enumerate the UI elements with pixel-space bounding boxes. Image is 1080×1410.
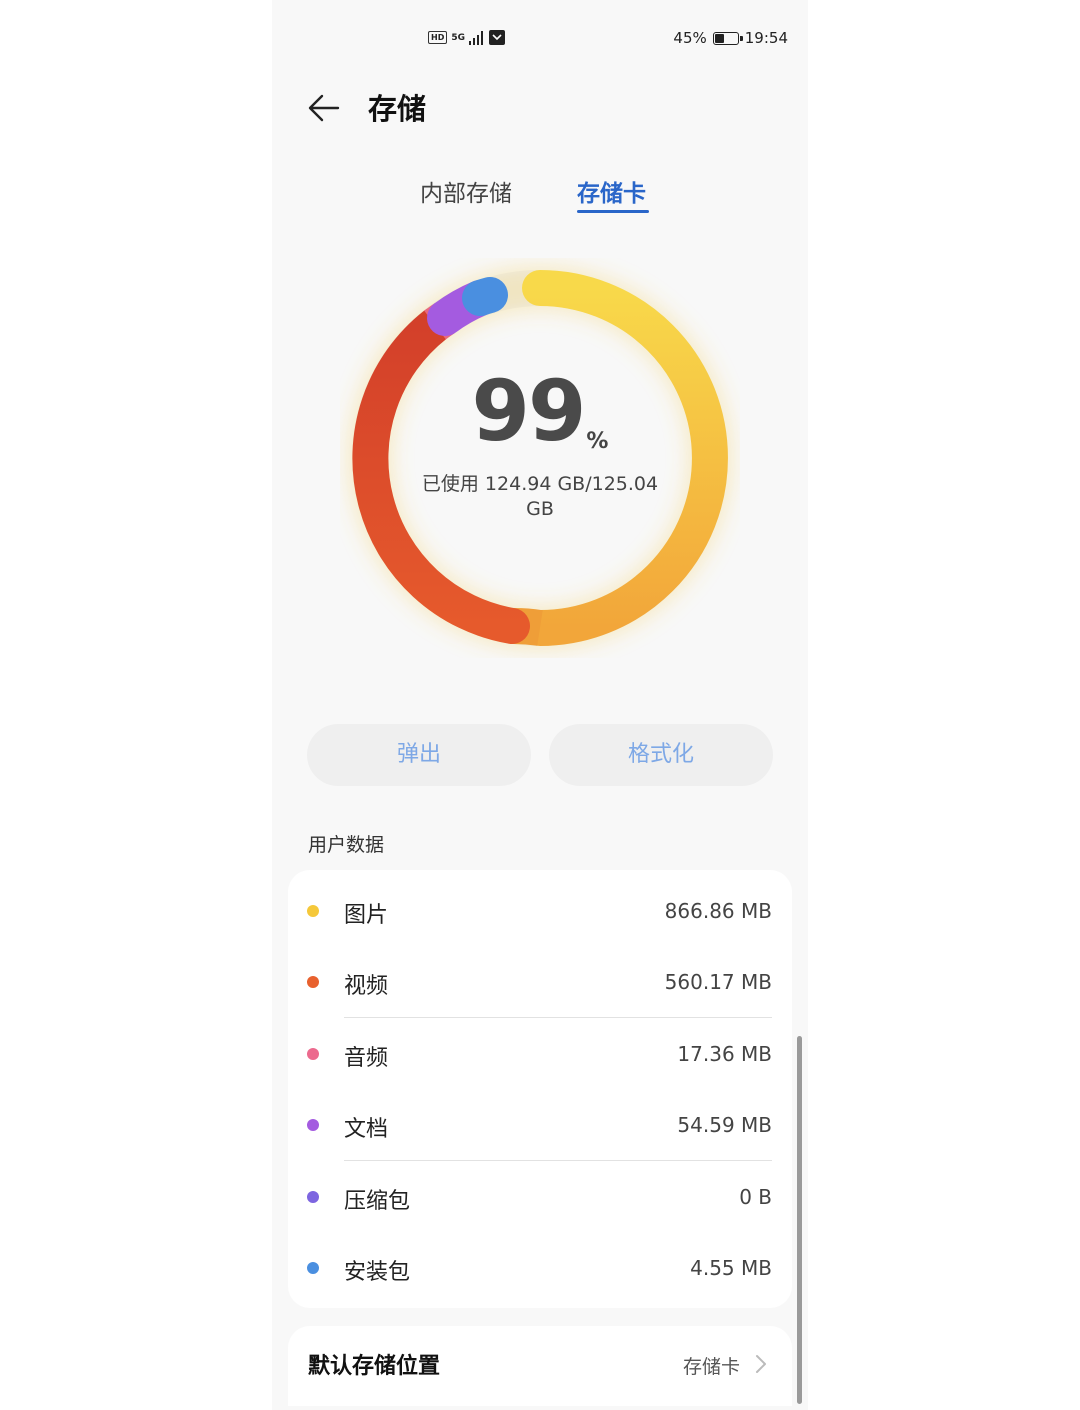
segment-apk: [462, 277, 508, 316]
arrow-left-icon: [308, 94, 340, 122]
list-item-apk[interactable]: 安装包 4.55 MB: [288, 1232, 792, 1302]
list-item-audio[interactable]: 音频 17.36 MB: [288, 1018, 792, 1088]
section-label-user-data: 用户数据: [308, 834, 385, 856]
status-left: HD 5G: [428, 30, 505, 45]
action-buttons: 弹出 格式化: [307, 724, 773, 786]
percent-sign: %: [586, 429, 609, 454]
format-button[interactable]: 格式化: [549, 724, 773, 786]
tab-bar: 内部存储 存储卡: [272, 168, 808, 218]
notification-icon: [489, 30, 505, 45]
list-item-archives[interactable]: 压缩包 0 B: [288, 1161, 792, 1231]
item-value: 17.36 MB: [677, 1042, 772, 1066]
user-data-card: 图片 866.86 MB 视频 560.17 MB 音频 17.36 MB 文档…: [288, 870, 792, 1308]
item-label: 图片: [344, 903, 389, 928]
used-capacity: 已使用 124.94 GB/125.04 GB: [421, 473, 659, 520]
status-bar: HD 5G 45% 19:54: [272, 26, 808, 54]
item-value: 4.55 MB: [690, 1256, 772, 1280]
back-button[interactable]: [304, 86, 348, 130]
item-label: 文档: [344, 1117, 389, 1142]
battery-percent: 45%: [673, 29, 707, 47]
legend-dot: [307, 976, 319, 988]
legend-dot: [307, 1262, 319, 1274]
eject-button[interactable]: 弹出: [307, 724, 531, 786]
legend-dot: [307, 1048, 319, 1060]
tab-internal-storage[interactable]: 内部存储: [420, 174, 512, 208]
clock: 19:54: [744, 29, 788, 47]
item-value: 54.59 MB: [677, 1113, 772, 1137]
default-storage-value: 存储卡: [682, 1356, 740, 1378]
item-label: 音频: [344, 1046, 389, 1071]
list-item-documents[interactable]: 文档 54.59 MB: [288, 1089, 792, 1159]
network-type: 5G: [451, 32, 465, 43]
header: 存储: [272, 80, 808, 136]
legend-dot: [307, 1191, 319, 1203]
legend-dot: [307, 905, 319, 917]
signal-icon: [469, 30, 483, 45]
battery-fill: [714, 33, 724, 43]
item-label: 视频: [344, 974, 389, 999]
phone-screen: HD 5G 45% 19:54 存储 内部存储 存储卡 99% 已使用 124.…: [272, 0, 808, 1410]
status-right: 45% 19:54: [673, 29, 788, 47]
tab-indicator: [577, 210, 649, 213]
tab-storage-card[interactable]: 存储卡: [577, 174, 646, 208]
chevron-right-icon: [756, 1355, 766, 1373]
list-item-videos[interactable]: 视频 560.17 MB: [288, 946, 792, 1016]
item-value: 560.17 MB: [664, 970, 772, 994]
item-label: 压缩包: [344, 1189, 411, 1214]
hd-badge: HD: [428, 31, 448, 44]
scrollbar[interactable]: [797, 1036, 802, 1404]
item-value: 0 B: [739, 1185, 772, 1209]
default-storage-location[interactable]: 默认存储位置 存储卡: [288, 1326, 792, 1406]
item-label: 安装包: [344, 1260, 411, 1285]
usage-summary: 99% 已使用 124.94 GB/125.04 GB: [340, 368, 740, 522]
page-title: 存储: [368, 92, 427, 126]
legend-dot: [307, 1119, 319, 1131]
default-storage-label: 默认存储位置: [308, 1354, 441, 1379]
battery-icon: [712, 31, 743, 45]
list-item-pictures[interactable]: 图片 866.86 MB: [288, 875, 792, 945]
storage-ring-chart: 99% 已使用 124.94 GB/125.04 GB: [340, 258, 740, 658]
item-value: 866.86 MB: [664, 899, 772, 923]
usage-percent: 99: [471, 362, 587, 460]
